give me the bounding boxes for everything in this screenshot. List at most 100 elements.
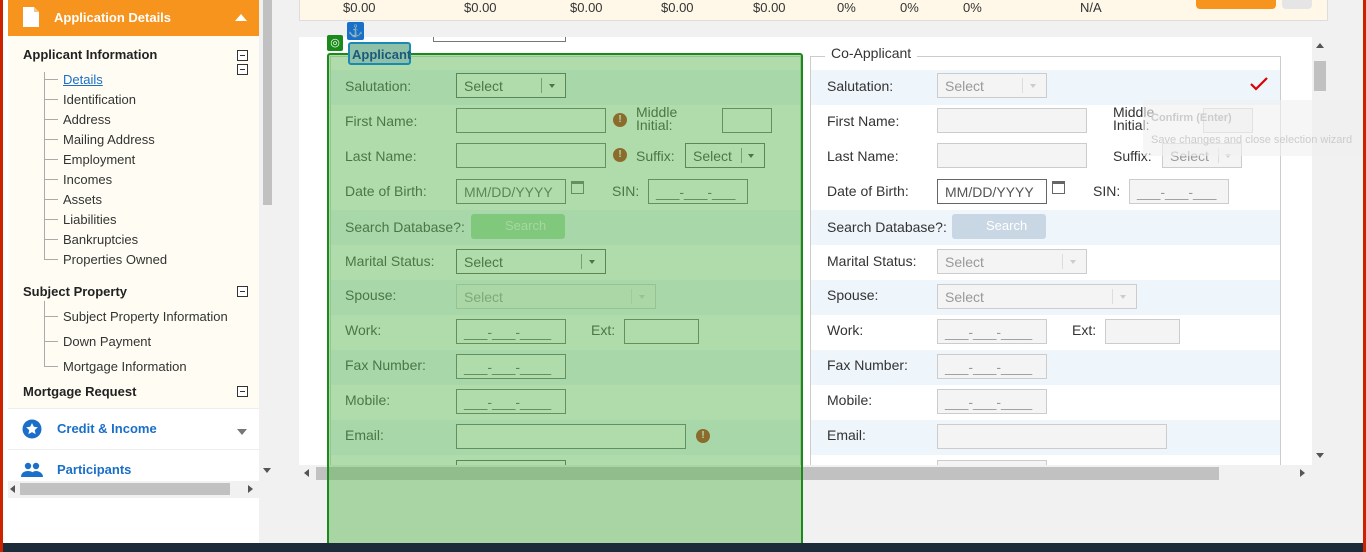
scroll-thumb[interactable]	[263, 0, 272, 205]
summary-value: 0%	[900, 0, 919, 15]
tree-line	[44, 219, 58, 220]
fax-label: Fax Number:	[827, 357, 908, 373]
co-applicant-legend: Co-Applicant	[825, 45, 918, 61]
chevron-up-icon[interactable]	[235, 14, 247, 21]
sidebar-item-mailing-address[interactable]: Mailing Address	[63, 132, 155, 147]
sin-label: SIN:	[1093, 183, 1121, 199]
confirm-tooltip-title: Confirm (Enter)	[1151, 112, 1232, 124]
section-subject-property[interactable]: Subject Property	[23, 284, 127, 299]
chevron-down-icon	[1070, 260, 1076, 264]
sidebar-item-subject-property-information[interactable]: Subject Property Information	[63, 309, 228, 324]
section-applicant-information[interactable]: Applicant Information	[23, 47, 157, 62]
applicant-legend[interactable]: Applicant	[348, 42, 411, 65]
search-database-button[interactable]: Search	[952, 214, 1046, 239]
ext-field[interactable]	[1105, 319, 1180, 344]
tree-line	[44, 301, 45, 366]
sidebar-header[interactable]: Application Details	[8, 0, 259, 36]
dob-field[interactable]: MM/DD/YYYY	[937, 179, 1047, 204]
select-value: Select	[945, 289, 984, 305]
scroll-right-arrow-icon[interactable]	[248, 485, 253, 493]
spouse-select[interactable]: Select	[937, 284, 1137, 309]
search-button-label: Search	[986, 218, 1028, 233]
sidebar-scrollbar-horizontal[interactable]	[8, 481, 259, 498]
calendar-icon[interactable]	[1052, 181, 1065, 194]
scroll-thumb[interactable]	[1314, 61, 1326, 91]
last-name-field[interactable]	[937, 143, 1087, 168]
sidebar-scrollbar-vertical[interactable]	[261, 0, 274, 480]
sidebar-item-address[interactable]: Address	[63, 112, 111, 127]
app-window: Application Details Applicant Informatio…	[0, 0, 1366, 552]
sidebar-header-label: Application Details	[54, 10, 172, 25]
nav-credit-income[interactable]: Credit & Income	[8, 408, 259, 448]
sidebar-item-assets[interactable]: Assets	[63, 192, 102, 207]
sidebar-item-properties-owned[interactable]: Properties Owned	[63, 252, 167, 267]
sidebar-item-bankruptcies[interactable]: Bankruptcies	[63, 232, 138, 247]
scroll-left-arrow-icon[interactable]	[304, 469, 309, 477]
work-phone-field[interactable]: ___-___-____	[937, 319, 1047, 344]
work-phone-label: Work:	[827, 322, 864, 338]
tree-line	[44, 259, 58, 260]
confirm-check-icon[interactable]	[1250, 77, 1268, 91]
ext-label: Ext:	[1072, 322, 1097, 338]
sidebar-item-identification[interactable]: Identification	[63, 92, 136, 107]
salutation-select[interactable]: Select	[937, 73, 1047, 98]
tree-line	[44, 119, 58, 120]
selection-overlay[interactable]	[327, 53, 803, 552]
star-icon	[22, 419, 42, 439]
collapse-icon[interactable]	[237, 286, 248, 297]
nav-participants-label: Participants	[57, 462, 132, 477]
sidebar-item-liabilities[interactable]: Liabilities	[63, 212, 116, 227]
anchor-icon[interactable]: ⚓	[347, 22, 364, 40]
collapse-icon[interactable]	[237, 386, 248, 397]
tree-line	[44, 341, 58, 342]
collapse-icon[interactable]	[237, 50, 248, 61]
scroll-down-arrow-icon[interactable]	[263, 468, 271, 473]
summary-value: $0.00	[464, 0, 497, 15]
salutation-label: Salutation:	[827, 78, 894, 94]
scroll-up-arrow-icon[interactable]	[1316, 43, 1324, 48]
sidebar: Application Details Applicant Informatio…	[3, 0, 274, 552]
marital-status-select[interactable]: Select	[937, 249, 1087, 274]
sidebar-item-mortgage-information[interactable]: Mortgage Information	[63, 359, 187, 374]
summary-value: 0%	[963, 0, 982, 15]
tree-line	[44, 239, 58, 240]
summary-value: $0.00	[343, 0, 376, 15]
tree-line	[44, 159, 58, 160]
select-separator	[1022, 78, 1023, 93]
secondary-action-button[interactable]	[1282, 0, 1312, 9]
sidebar-item-incomes[interactable]: Incomes	[63, 172, 112, 187]
first-name-label: First Name:	[827, 113, 900, 129]
tree-line	[44, 99, 58, 100]
primary-action-button[interactable]	[1196, 0, 1276, 9]
tree-line	[44, 366, 58, 367]
dob-label: Date of Birth:	[827, 183, 909, 199]
sin-field[interactable]: ___-___-___	[1129, 179, 1229, 204]
email-field[interactable]	[937, 424, 1167, 449]
tree-line	[44, 72, 45, 259]
sidebar-item-details[interactable]: Details	[63, 72, 103, 87]
target-icon[interactable]: ◎	[327, 35, 343, 51]
nav-credit-income-label: Credit & Income	[57, 421, 157, 436]
mobile-field[interactable]: ___-___-____	[937, 389, 1047, 414]
section-mortgage-request[interactable]: Mortgage Request	[23, 384, 136, 399]
confirm-tooltip-subtitle: Save changes and close selection wizard	[1151, 134, 1353, 146]
fax-field[interactable]: ___-___-____	[937, 354, 1047, 379]
summary-strip: $0.00 $0.00 $0.00 $0.00 $0.00 0% 0% 0% N…	[299, 0, 1328, 21]
confirm-tooltip: Confirm (Enter) Save changes and close s…	[1143, 100, 1363, 156]
summary-value: $0.00	[753, 0, 786, 15]
summary-value: $0.00	[570, 0, 603, 15]
first-name-field[interactable]	[937, 108, 1087, 133]
scroll-left-arrow-icon[interactable]	[10, 485, 15, 493]
sidebar-item-employment[interactable]: Employment	[63, 152, 135, 167]
scroll-down-arrow-icon[interactable]	[1316, 453, 1324, 458]
tree-line	[44, 179, 58, 180]
collapse-icon[interactable]	[237, 64, 248, 75]
last-name-label: Last Name:	[827, 148, 899, 164]
sidebar-tree: Applicant Information Details Identifica…	[8, 36, 259, 408]
scroll-thumb[interactable]	[20, 483, 230, 495]
scroll-right-arrow-icon[interactable]	[1300, 469, 1305, 477]
sidebar-item-down-payment[interactable]: Down Payment	[63, 334, 151, 349]
chevron-down-icon[interactable]	[237, 429, 247, 435]
spouse-label: Spouse:	[827, 287, 879, 303]
chevron-down-icon	[1120, 295, 1126, 299]
